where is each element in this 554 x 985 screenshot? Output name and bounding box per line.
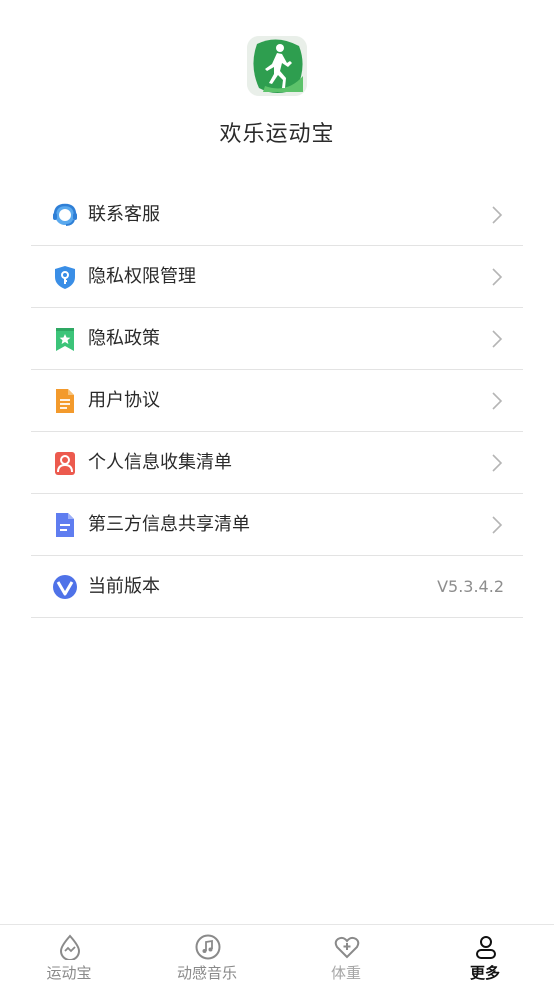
menu-item-current-version: 当前版本 V5.3.4.2: [31, 556, 523, 618]
menu-item-label: 隐私政策: [88, 328, 160, 349]
version-number: V5.3.4.2: [437, 577, 504, 596]
music-icon: [195, 934, 221, 960]
menu-item-label: 当前版本: [88, 576, 160, 597]
menu-item-privacy-permissions[interactable]: 隐私权限管理: [31, 246, 523, 308]
user-icon: [476, 936, 496, 959]
tab-label: 运动宝: [46, 964, 92, 982]
chevron-right-icon: [492, 516, 503, 534]
tab-label: 体重: [330, 964, 361, 982]
heart-plus-icon: [334, 936, 360, 959]
menu-item-label: 个人信息收集清单: [88, 452, 232, 473]
app-logo: [247, 36, 307, 96]
menu-item-label: 隐私权限管理: [88, 266, 196, 287]
list-document-icon: [56, 513, 74, 537]
customer-service-icon: [53, 203, 77, 226]
menu-item-user-agreement[interactable]: 用户协议: [31, 370, 523, 432]
menu-item-third-party-sharing[interactable]: 第三方信息共享清单: [31, 494, 523, 556]
tab-music[interactable]: 动感音乐: [138, 925, 276, 985]
tab-weight[interactable]: 体重: [277, 925, 415, 985]
chevron-right-icon: [492, 392, 503, 410]
menu-item-label: 第三方信息共享清单: [88, 514, 250, 535]
runner-icon: [247, 36, 307, 96]
drop-icon: [59, 934, 81, 960]
tab-more[interactable]: 更多: [416, 925, 554, 985]
tab-label: 动感音乐: [176, 964, 237, 982]
privacy-shield-icon: [55, 266, 75, 289]
chevron-right-icon: [492, 330, 503, 348]
bookmark-star-icon: [56, 328, 74, 351]
app-header: 欢乐运动宝: [0, 0, 554, 170]
person-card-icon: [55, 452, 75, 475]
tab-sport[interactable]: 运动宝: [0, 925, 138, 985]
chevron-right-icon: [492, 206, 503, 224]
tab-label: 更多: [469, 964, 500, 982]
version-icon: [53, 575, 77, 599]
menu-item-label: 联系客服: [88, 204, 160, 225]
document-icon: [56, 389, 74, 413]
chevron-right-icon: [492, 268, 503, 286]
settings-menu: 联系客服 隐私权限管理 隐私政策 用户协议 个人信息收集清单 第三方信息共享清单…: [31, 184, 523, 618]
bottom-tab-bar: 运动宝 动感音乐 体重 更多: [0, 924, 554, 985]
app-name: 欢乐运动宝: [219, 122, 335, 147]
chevron-right-icon: [492, 454, 503, 472]
menu-item-privacy-policy[interactable]: 隐私政策: [31, 308, 523, 370]
menu-item-customer-service[interactable]: 联系客服: [31, 184, 523, 246]
menu-item-label: 用户协议: [88, 390, 160, 411]
menu-item-personal-info-list[interactable]: 个人信息收集清单: [31, 432, 523, 494]
